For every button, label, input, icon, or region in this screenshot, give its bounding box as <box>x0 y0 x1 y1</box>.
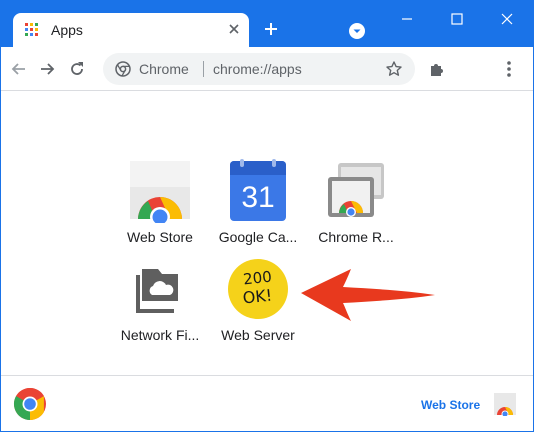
web-store-link[interactable]: Web Store <box>421 398 480 412</box>
red-arrow-icon <box>301 269 435 321</box>
calendar-day-text: 31 <box>241 181 274 214</box>
app-google-calendar[interactable]: 31 Google Ca... <box>210 159 306 251</box>
app-label: Chrome R... <box>318 229 394 245</box>
chevron-down-icon <box>353 29 361 33</box>
chrome-site-icon <box>115 61 131 77</box>
app-label: Web Store <box>127 229 193 245</box>
close-tab-icon[interactable] <box>227 22 241 36</box>
menu-kebab-icon[interactable] <box>499 59 519 79</box>
google-calendar-icon: 31 <box>230 159 286 221</box>
app-label: Google Ca... <box>218 229 298 245</box>
web-server-icon: 200 OK! <box>228 259 288 319</box>
bookmark-star-icon[interactable] <box>385 60 403 78</box>
tab-apps[interactable]: Apps <box>13 13 249 47</box>
chrome-remote-desktop-icon <box>328 163 384 217</box>
reload-icon[interactable] <box>67 59 87 79</box>
title-bar: Apps <box>1 1 533 47</box>
browser-window: Apps Chrome chrome://apps Web Store 31 G… <box>0 0 534 432</box>
web-store-icon <box>130 161 190 223</box>
new-tab-icon[interactable] <box>263 21 279 37</box>
minimize-icon[interactable] <box>397 9 417 29</box>
app-web-server[interactable]: 200 OK! Web Server <box>210 257 306 349</box>
forward-arrow-icon[interactable] <box>37 59 57 79</box>
extensions-puzzle-icon[interactable] <box>427 59 447 79</box>
web-store-small-icon[interactable] <box>493 392 517 416</box>
toolbar: Chrome chrome://apps <box>1 47 533 91</box>
address-bar[interactable]: Chrome chrome://apps <box>103 53 415 85</box>
tab-title: Apps <box>51 22 83 38</box>
app-label: Network Fi... <box>120 327 200 343</box>
app-network-file-share[interactable]: Network Fi... <box>112 257 208 349</box>
site-chip: Chrome <box>139 61 189 77</box>
web-server-badge-line2: OK! <box>242 286 273 308</box>
app-label: Web Server <box>221 327 295 343</box>
tab-search-button[interactable] <box>349 23 365 39</box>
chrome-logo-icon[interactable] <box>13 387 47 421</box>
network-file-share-icon <box>136 269 178 313</box>
bottom-bar: Web Store <box>1 375 533 431</box>
omnibox-divider <box>203 61 204 77</box>
maximize-icon[interactable] <box>447 9 467 29</box>
app-web-store[interactable]: Web Store <box>112 159 208 251</box>
url-text[interactable]: chrome://apps <box>213 61 302 77</box>
close-window-icon[interactable] <box>497 9 517 29</box>
apps-grid-icon <box>25 23 39 37</box>
back-arrow-icon[interactable] <box>9 59 29 79</box>
app-chrome-remote-desktop[interactable]: Chrome R... <box>308 159 404 251</box>
